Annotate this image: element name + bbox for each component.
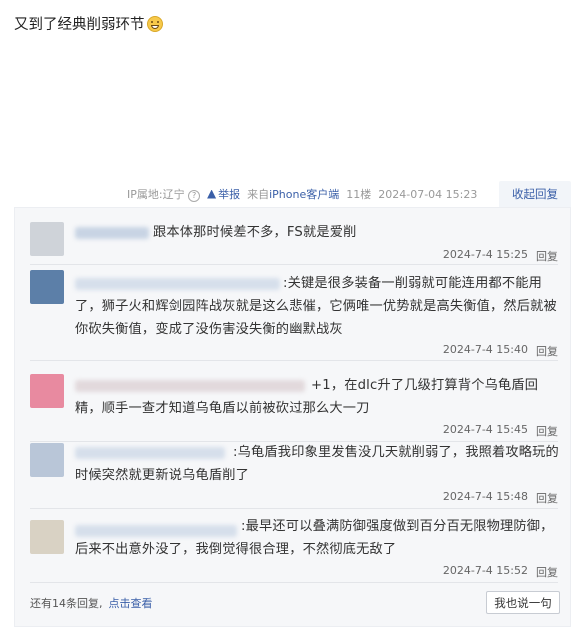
post-datetime: 2024-07-04 15:23 — [378, 187, 478, 201]
floor-number: 11楼 — [346, 188, 372, 201]
warning-icon — [207, 189, 217, 199]
reply-time: 2024-7-4 15:48 — [442, 490, 528, 503]
divider — [30, 582, 558, 583]
reply-text: :最早还可以叠满防御强度做到百分百无限物理防御，后来不出意外没了，我倒觉得很合理… — [75, 519, 554, 557]
reply-button[interactable]: 回复 — [536, 343, 558, 359]
reply-time: 2024-7-4 15:40 — [442, 343, 528, 356]
post-text: 又到了经典削弱环节 — [14, 17, 145, 33]
reply-time: 2024-7-4 15:45 — [442, 423, 528, 436]
source-link[interactable]: iPhone客户端 — [269, 188, 339, 201]
post-source: 来自iPhone客户端 — [247, 188, 340, 201]
grin-emoji-icon — [146, 15, 163, 32]
add-reply-button[interactable]: 我也说一句 — [486, 591, 560, 614]
reply-panel: 跟本体那时候差不多，FS就是爱削 2024-7-4 15:25 回复 :关键是很… — [14, 207, 571, 627]
reply-button[interactable]: 回复 — [536, 248, 558, 264]
reply-time: 2024-7-4 15:25 — [442, 248, 528, 261]
post-content: 又到了经典削弱环节 — [14, 13, 163, 34]
collapse-replies-button[interactable]: 收起回复 — [499, 181, 571, 207]
reply-meta: 2024-7-4 15:40 回复 — [443, 343, 558, 359]
avatar[interactable] — [30, 270, 64, 304]
reply-text: :关键是很多装备一削弱就可能连用都不能用了，狮子火和辉剑园阵战灰就是这么悲催，它… — [75, 276, 557, 337]
view-more-link[interactable]: 点击查看 — [109, 597, 153, 610]
divider — [30, 264, 558, 265]
avatar[interactable] — [30, 520, 64, 554]
reply-text: 跟本体那时候差不多，FS就是爱削 — [153, 225, 357, 240]
reply-button[interactable]: 回复 — [536, 564, 558, 580]
reply-button[interactable]: 回复 — [536, 423, 558, 439]
reply-text: +1，在dlc升了几级打算背个乌龟盾回精，顺手一查才知道乌龟盾以前被砍过那么大一… — [75, 378, 539, 416]
reply-time: 2024-7-4 15:52 — [442, 564, 528, 577]
reply-text: :乌龟盾我印象里发售没几天就削弱了，我照着攻略玩的时候突然就更新说乌龟盾削了 — [75, 445, 559, 483]
avatar[interactable] — [30, 443, 64, 477]
avatar[interactable] — [30, 222, 64, 256]
post-meta: IP属地:辽宁 ? 举报 来自iPhone客户端 11楼 2024-07-04 … — [127, 186, 477, 202]
reply-meta: 2024-7-4 15:45 回复 — [443, 423, 558, 439]
report-link[interactable]: 举报 — [207, 186, 240, 202]
reply-meta: 2024-7-4 15:25 回复 — [443, 248, 558, 264]
ip-location: IP属地:辽宁 ? — [127, 186, 201, 202]
reply-meta: 2024-7-4 15:52 回复 — [443, 564, 558, 580]
divider — [30, 360, 558, 361]
more-replies-count: 还有14条回复, — [30, 597, 103, 610]
reply-meta: 2024-7-4 15:48 回复 — [443, 490, 558, 506]
reply-button[interactable]: 回复 — [536, 490, 558, 506]
help-icon[interactable]: ? — [188, 190, 201, 202]
avatar[interactable] — [30, 374, 64, 408]
more-replies: 还有14条回复, 点击查看 — [30, 595, 153, 611]
divider — [30, 508, 558, 509]
